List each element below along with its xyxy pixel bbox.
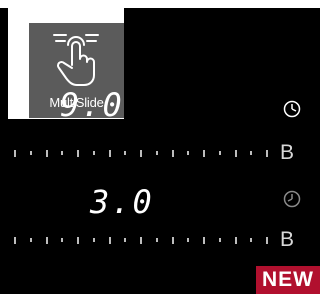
slider-tick	[92, 151, 95, 155]
frame-right	[320, 0, 326, 294]
slider-tick	[140, 149, 142, 157]
slider-tick	[171, 149, 174, 157]
slider-tick	[108, 236, 111, 244]
slider-tick	[45, 236, 48, 244]
slider-tick	[124, 151, 127, 155]
power-level-display: 3.0	[90, 183, 154, 221]
slider-tick	[266, 236, 268, 244]
slider-tick	[234, 236, 237, 244]
power-slider[interactable]	[14, 149, 268, 157]
slider-tick	[155, 151, 158, 155]
slider-tick	[29, 151, 32, 155]
timer-icon[interactable]	[283, 190, 301, 208]
slider-tick	[14, 236, 16, 244]
slider-tick	[45, 149, 48, 157]
slider-tick	[14, 149, 16, 157]
slider-tick	[250, 151, 253, 155]
slider-tick	[140, 236, 142, 244]
new-badge: NEW	[256, 266, 320, 294]
slider-tick	[61, 238, 64, 242]
slider-tick	[187, 238, 190, 242]
slider-tick	[218, 238, 221, 242]
power-slider[interactable]	[14, 236, 268, 244]
slider-tick	[29, 238, 32, 242]
cooktop-control-panel: MultiSlide 9.0 B 3.0 B NEW	[0, 0, 326, 294]
power-level-display: 9.0	[60, 86, 124, 124]
slider-tick	[203, 236, 205, 244]
slider-tick	[108, 149, 111, 157]
slider-tick	[77, 236, 79, 244]
slider-tick	[155, 238, 158, 242]
slider-tick	[124, 238, 127, 242]
slider-tick	[234, 149, 237, 157]
boost-label[interactable]: B	[280, 141, 294, 165]
slider-tick	[171, 236, 174, 244]
slider-tick	[203, 149, 205, 157]
slider-tick	[218, 151, 221, 155]
hand-swipe-icon	[53, 34, 99, 86]
slider-tick	[250, 238, 253, 242]
boost-label[interactable]: B	[280, 228, 294, 252]
slider-tick	[266, 149, 268, 157]
slider-tick	[92, 238, 95, 242]
slider-tick	[187, 151, 190, 155]
slider-tick	[61, 151, 64, 155]
slider-tick	[77, 149, 79, 157]
timer-icon[interactable]	[283, 100, 301, 118]
